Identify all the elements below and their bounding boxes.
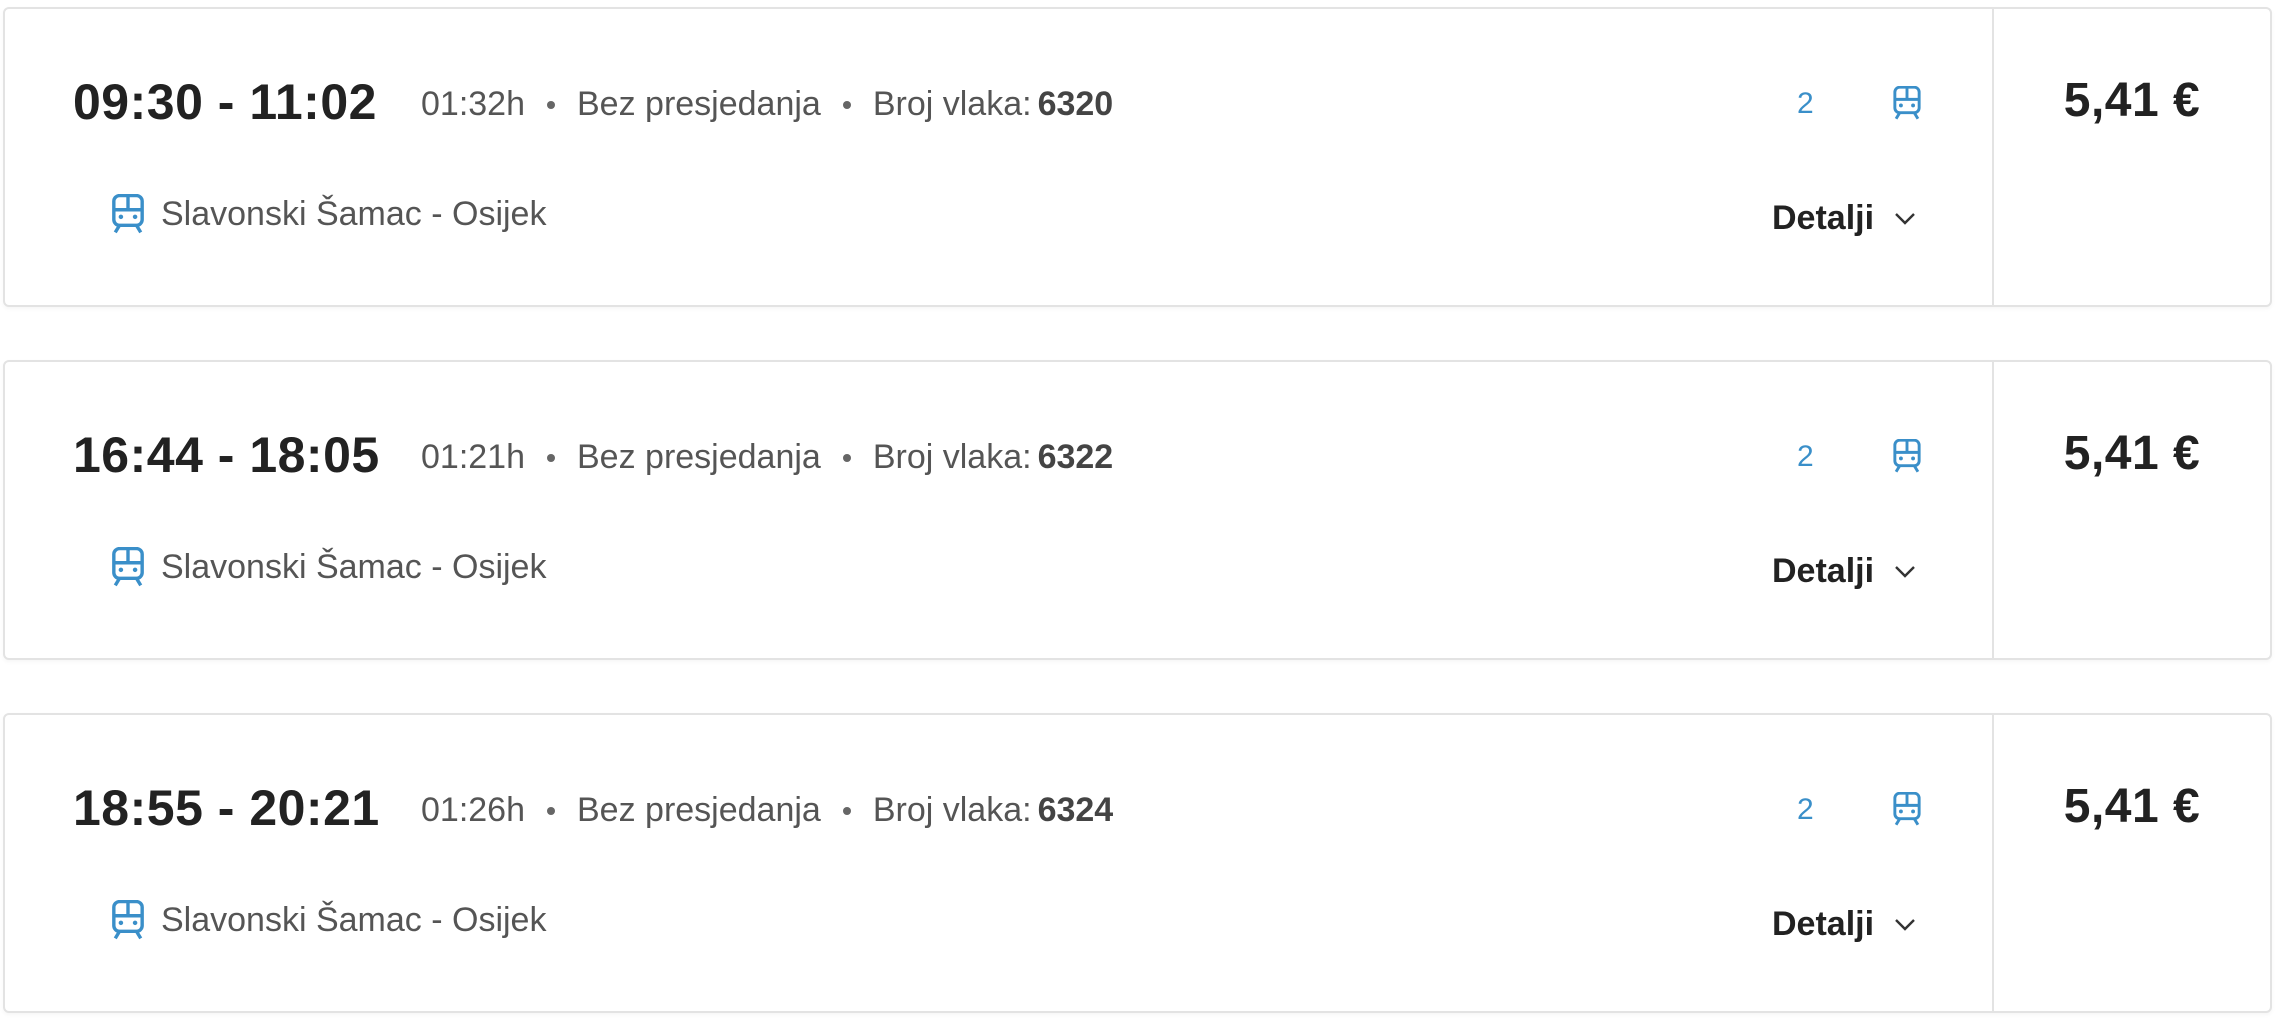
duration: 01:26h	[421, 791, 525, 829]
trip-meta: 01:32h Bez presjedanja Broj vlaka: 6320	[421, 85, 1113, 124]
duration: 01:32h	[421, 85, 525, 123]
price-column[interactable]: 5,41 €	[1994, 9, 2270, 305]
train-icon	[112, 547, 144, 587]
details-toggle[interactable]: Detalji	[1772, 199, 1916, 238]
separator-dot	[842, 453, 851, 462]
trip-meta: 01:26h Bez presjedanja Broj vlaka: 6324	[421, 791, 1113, 830]
transfers: Bez presjedanja	[577, 438, 821, 476]
chevron-down-icon	[1895, 565, 1915, 578]
separator-dot	[842, 100, 851, 109]
travel-class: 2	[1797, 793, 1814, 826]
details-label: Detalji	[1772, 905, 1875, 943]
duration: 01:21h	[421, 438, 525, 476]
train-number-label: Broj vlaka:	[872, 438, 1032, 476]
train-number: 6324	[1037, 791, 1114, 829]
departure-arrival-times: 16:44 - 18:05	[73, 427, 380, 483]
price: 5,41 €	[2063, 74, 2201, 127]
train-icon	[1893, 792, 1921, 826]
separator-dot	[547, 453, 555, 462]
train-number-label: Broj vlaka:	[872, 791, 1032, 829]
details-toggle[interactable]: Detalji	[1772, 905, 1916, 944]
train-results-list: 09:30 - 11:02 01:32h Bez presjedanja Bro…	[0, 0, 2275, 1019]
price-column[interactable]: 5,41 €	[1994, 362, 2270, 658]
departure-arrival-times: 09:30 - 11:02	[73, 74, 377, 130]
price: 5,41 €	[2063, 780, 2201, 833]
card-main: 09:30 - 11:02 01:32h Bez presjedanja Bro…	[5, 9, 1994, 305]
price: 5,41 €	[2063, 427, 2201, 480]
train-number-label: Broj vlaka:	[872, 85, 1032, 123]
route: Slavonski Šamac - Osijek	[111, 194, 546, 234]
travel-class: 2	[1797, 87, 1814, 120]
separator-dot	[842, 806, 851, 815]
departure-arrival-times: 18:55 - 20:21	[73, 780, 380, 836]
route-label: Slavonski Šamac - Osijek	[161, 194, 547, 233]
chevron-down-icon	[1895, 212, 1915, 225]
chevron-down-icon	[1895, 918, 1915, 931]
details-toggle[interactable]: Detalji	[1772, 552, 1916, 591]
separator-dot	[547, 806, 555, 815]
price-column[interactable]: 5,41 €	[1994, 715, 2270, 1011]
route: Slavonski Šamac - Osijek	[111, 900, 546, 940]
route: Slavonski Šamac - Osijek	[111, 547, 546, 587]
train-result-card[interactable]: 16:44 - 18:05 01:21h Bez presjedanja Bro…	[3, 360, 2272, 660]
train-icon	[1893, 439, 1921, 473]
details-label: Detalji	[1772, 552, 1875, 590]
route-label: Slavonski Šamac - Osijek	[161, 900, 547, 939]
train-icon	[1893, 86, 1921, 120]
transfers: Bez presjedanja	[577, 791, 821, 829]
train-result-card[interactable]: 09:30 - 11:02 01:32h Bez presjedanja Bro…	[3, 7, 2272, 307]
train-number: 6322	[1037, 438, 1114, 476]
travel-class: 2	[1797, 440, 1814, 473]
transfers: Bez presjedanja	[577, 85, 821, 123]
card-main: 18:55 - 20:21 01:26h Bez presjedanja Bro…	[5, 715, 1994, 1011]
separator-dot	[547, 100, 555, 109]
details-label: Detalji	[1772, 199, 1875, 237]
train-icon	[112, 194, 144, 234]
train-icon	[112, 900, 144, 940]
route-label: Slavonski Šamac - Osijek	[161, 547, 547, 586]
trip-meta: 01:21h Bez presjedanja Broj vlaka: 6322	[421, 438, 1113, 477]
train-number: 6320	[1037, 85, 1114, 123]
train-result-card[interactable]: 18:55 - 20:21 01:26h Bez presjedanja Bro…	[3, 713, 2272, 1013]
card-main: 16:44 - 18:05 01:21h Bez presjedanja Bro…	[5, 362, 1994, 658]
